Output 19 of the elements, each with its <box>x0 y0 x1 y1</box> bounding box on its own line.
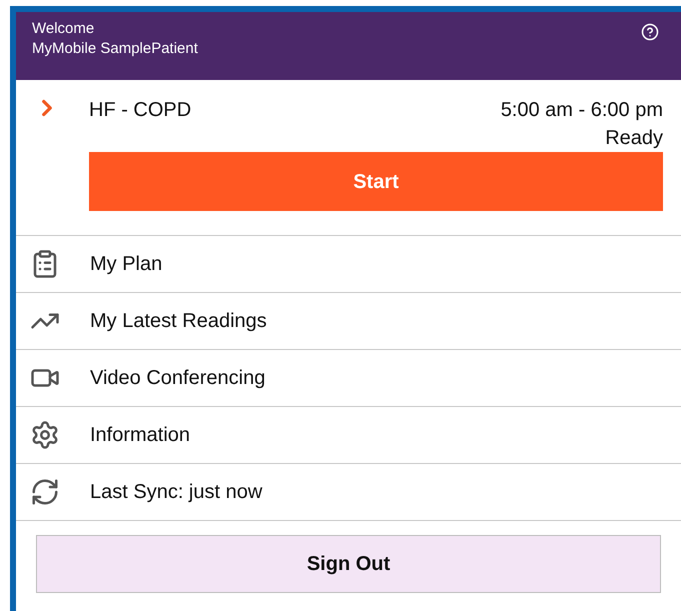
session-status: Ready <box>605 126 663 151</box>
session-name: HF - COPD <box>89 98 192 123</box>
menu-item[interactable]: My Plan <box>16 236 681 293</box>
menu-label: Video Conferencing <box>90 366 266 391</box>
sync-icon <box>30 477 60 507</box>
menu-label: Information <box>90 423 190 448</box>
help-icon[interactable] <box>641 23 659 41</box>
menu-label: My Plan <box>90 252 162 277</box>
menu-item[interactable]: Last Sync: just now <box>16 464 681 521</box>
menu-item[interactable]: Video Conferencing <box>16 350 681 407</box>
menu-label: My Latest Readings <box>90 309 267 334</box>
welcome-text: Welcome <box>32 19 96 39</box>
gear-icon <box>30 420 60 450</box>
menu-item[interactable]: My Latest Readings <box>16 293 681 350</box>
menu-label: Last Sync: just now <box>90 480 262 505</box>
session-time: 5:00 am - 6:00 pm <box>500 98 663 123</box>
sign-out-button[interactable]: Sign Out <box>36 535 661 593</box>
patient-name: MyMobile SamplePatient <box>32 39 198 59</box>
menu-item[interactable]: Information <box>16 407 681 464</box>
